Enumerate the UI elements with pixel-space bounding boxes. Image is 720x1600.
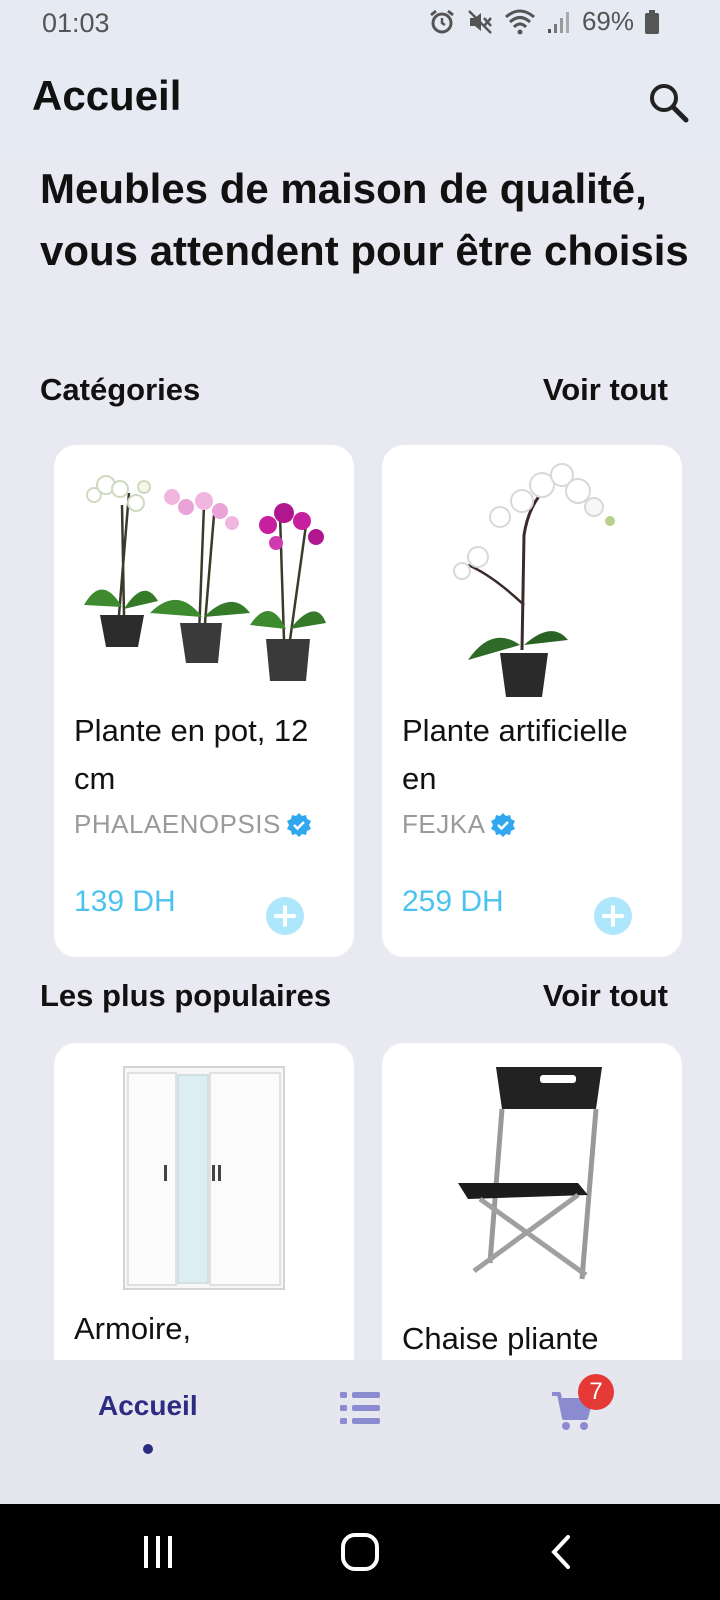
product-brand: FEJKA: [402, 809, 517, 840]
product-name: Plante en pot, 12 cm: [74, 713, 309, 796]
orchid-trio-image: [84, 475, 326, 681]
plus-icon: [602, 905, 624, 927]
mute-icon: [468, 9, 492, 34]
verified-badge-icon: [286, 812, 311, 837]
list-icon: [340, 1392, 380, 1424]
nav-home-tab[interactable]: Accueil: [98, 1390, 198, 1422]
status-bar: 01:03 69%: [0, 0, 720, 48]
cart-count-badge: 7: [578, 1374, 614, 1410]
product-card[interactable]: Plante en pot, 12 cm PHALAENOPSIS 139 DH: [54, 445, 354, 957]
categories-see-all-link[interactable]: Voir tout: [543, 372, 668, 408]
popular-see-all-link[interactable]: Voir tout: [543, 978, 668, 1014]
product-card[interactable]: Plante artificielle en FEJKA 259 DH: [382, 445, 682, 957]
add-to-cart-button[interactable]: [594, 897, 632, 935]
back-icon[interactable]: [548, 1534, 574, 1570]
add-to-cart-button[interactable]: [266, 897, 304, 935]
nav-categories-tab[interactable]: [338, 1388, 382, 1433]
wardrobe-image: [123, 1066, 285, 1290]
brand-label: FEJKA: [402, 809, 486, 839]
page-title: Accueil: [32, 72, 182, 119]
brand-label: PHALAENOPSIS: [74, 809, 281, 839]
popular-header: Les plus populaires Voir tout: [40, 978, 668, 1014]
battery-percentage: 69%: [581, 6, 634, 36]
product-price: 259 DH: [402, 885, 504, 918]
product-brand: PHALAENOPSIS: [74, 809, 313, 840]
categories-title: Catégories: [40, 372, 201, 407]
signal-icon: [547, 11, 569, 33]
wifi-icon: [504, 9, 535, 34]
product-price: 139 DH: [74, 885, 176, 918]
verified-badge-icon: [491, 812, 516, 837]
alarm-icon: [430, 9, 454, 33]
headline: Meubles de maison de qualité, vous atten…: [40, 165, 689, 274]
folding-chair-image: [458, 1067, 602, 1280]
popular-title: Les plus populaires: [40, 978, 332, 1013]
bottom-navigation: Accueil 7: [0, 1360, 720, 1504]
white-orchid-image: [453, 463, 615, 697]
battery-icon: [645, 9, 659, 34]
recent-apps-icon[interactable]: [140, 1534, 176, 1570]
status-time: 01:03: [42, 8, 110, 38]
active-indicator: [143, 1444, 153, 1454]
plus-icon: [274, 905, 296, 927]
search-button[interactable]: [644, 78, 692, 126]
home-icon[interactable]: [340, 1532, 380, 1572]
system-navigation-bar: [0, 1504, 720, 1600]
status-icons: 69%: [428, 6, 660, 37]
search-icon: [650, 84, 689, 123]
product-name: Plante artificielle en: [402, 713, 628, 796]
categories-header: Catégories Voir tout: [40, 372, 668, 408]
nav-cart-tab[interactable]: 7: [550, 1374, 630, 1444]
app-bar: Accueil: [0, 48, 720, 158]
